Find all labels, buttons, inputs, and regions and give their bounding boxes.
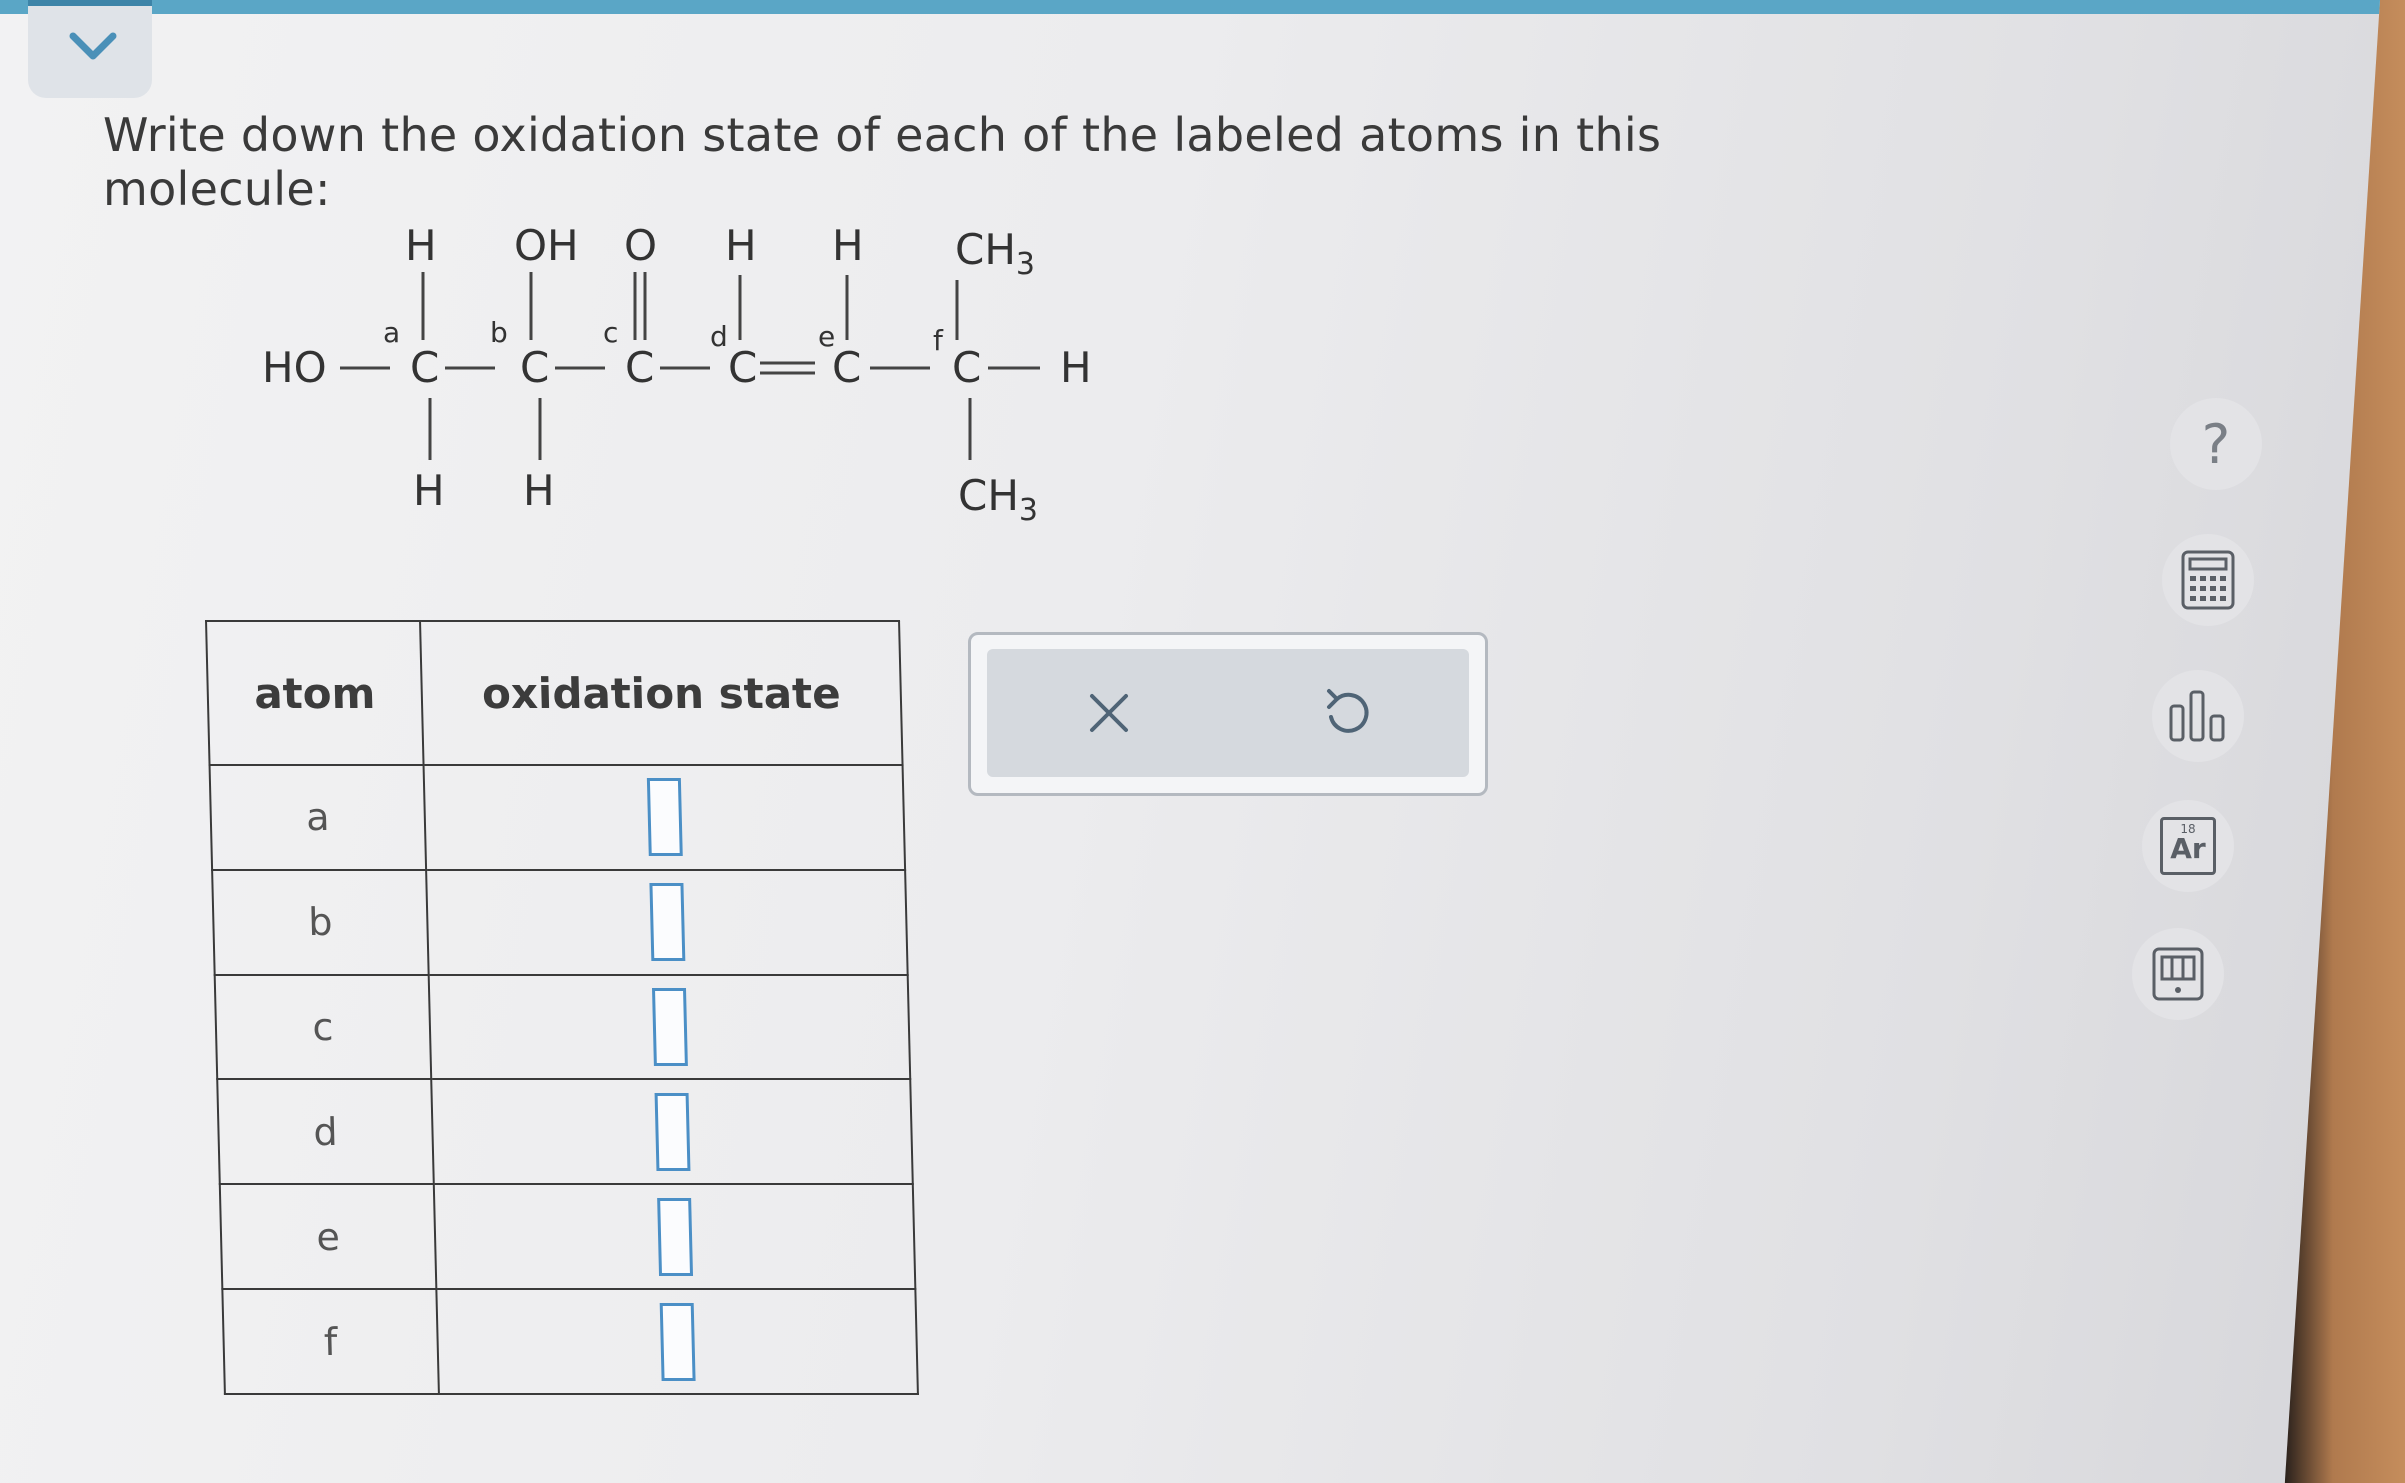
molecule-structure: HO C C C C C C H H OH O H H CH3 H H CH3 …: [262, 221, 1092, 528]
undo-button[interactable]: [1305, 671, 1389, 755]
top-substituent: H: [725, 221, 757, 270]
atom-label: e: [818, 320, 835, 353]
question-screen: Write down the oxidation state of each o…: [0, 0, 2380, 1483]
molecule-right-end: H: [1060, 343, 1092, 392]
oxidation-state-input-c[interactable]: [651, 988, 688, 1067]
top-substituent: CH3: [955, 225, 1035, 282]
oxidation-state-input-d[interactable]: [654, 1092, 690, 1171]
bottom-substituent: H: [523, 466, 555, 515]
backbone-carbon-c: C: [625, 343, 654, 392]
backbone-carbon-b: C: [520, 343, 549, 392]
atom-label: a: [383, 316, 400, 349]
calculator-icon: [2181, 550, 2235, 610]
collapse-tab-accent: [28, 0, 152, 6]
oxidation-state-input-f[interactable]: [659, 1302, 696, 1381]
answer-cell: [428, 974, 911, 1080]
answer-cell: [436, 1289, 918, 1394]
table-row: c: [214, 974, 911, 1080]
column-header-oxidation-state: oxidation state: [420, 621, 903, 765]
backbone-carbon-d: C: [728, 343, 757, 392]
column-header-atom: atom: [206, 621, 424, 765]
atom-label: f: [933, 324, 944, 357]
chart-icon: [2169, 690, 2225, 742]
answer-actions-panel: [968, 632, 1488, 796]
calculator-button[interactable]: [2162, 534, 2254, 626]
collapse-button[interactable]: [28, 0, 152, 98]
atom-cell: d: [217, 1079, 434, 1185]
atom-label: c: [603, 316, 618, 349]
top-accent-bar: [0, 0, 2380, 14]
answer-cell: [423, 765, 906, 870]
backbone-carbon-a: C: [410, 343, 439, 392]
atom-cell: e: [219, 1184, 437, 1290]
table-header-row: atom oxidation state: [206, 621, 903, 765]
table-row: a: [209, 765, 906, 870]
top-substituent: OH: [514, 221, 579, 270]
close-icon: [1090, 694, 1128, 732]
answer-cell: [426, 869, 908, 975]
atom-cell: f: [222, 1289, 439, 1394]
reference-book-button[interactable]: [2132, 928, 2224, 1020]
oxidation-state-input-e[interactable]: [656, 1197, 693, 1276]
chevron-down-icon: [69, 32, 117, 60]
undo-icon: [1327, 689, 1369, 733]
atom-cell: a: [209, 765, 427, 870]
reference-book-icon: [2152, 947, 2204, 1001]
help-button[interactable]: ?: [2170, 398, 2262, 490]
top-substituent: O: [624, 221, 657, 270]
atom-cell: b: [212, 869, 429, 975]
oxidation-state-table: atom oxidation state a b c d e f: [205, 620, 919, 1395]
oxidation-state-input-a[interactable]: [646, 778, 683, 857]
backbone-carbon-e: C: [832, 343, 861, 392]
oxidation-state-input-b[interactable]: [648, 883, 685, 962]
molecule-left-group: HO: [262, 343, 327, 392]
atom-cell: c: [214, 974, 432, 1080]
table-row: f: [222, 1289, 918, 1394]
periodic-table-icon: 18 Ar: [2160, 817, 2216, 875]
periodic-table-symbol: Ar: [2170, 832, 2206, 865]
answer-cell: [433, 1184, 916, 1290]
atom-label: d: [710, 320, 728, 353]
bottom-substituent: H: [413, 466, 445, 515]
periodic-table-button[interactable]: 18 Ar: [2142, 800, 2234, 892]
data-chart-button[interactable]: [2152, 670, 2244, 762]
table-row: b: [212, 869, 908, 975]
help-icon: ?: [2201, 412, 2231, 476]
table-row: e: [219, 1184, 916, 1290]
answer-cell: [431, 1079, 913, 1185]
bottom-substituent: CH3: [958, 471, 1038, 528]
backbone-carbon-f: C: [952, 343, 981, 392]
top-substituent: H: [405, 221, 437, 270]
table-row: d: [217, 1079, 913, 1185]
top-substituent: H: [832, 221, 864, 270]
clear-button[interactable]: [1067, 671, 1151, 755]
answer-actions-bar: [987, 649, 1469, 777]
atom-label: b: [490, 316, 508, 349]
